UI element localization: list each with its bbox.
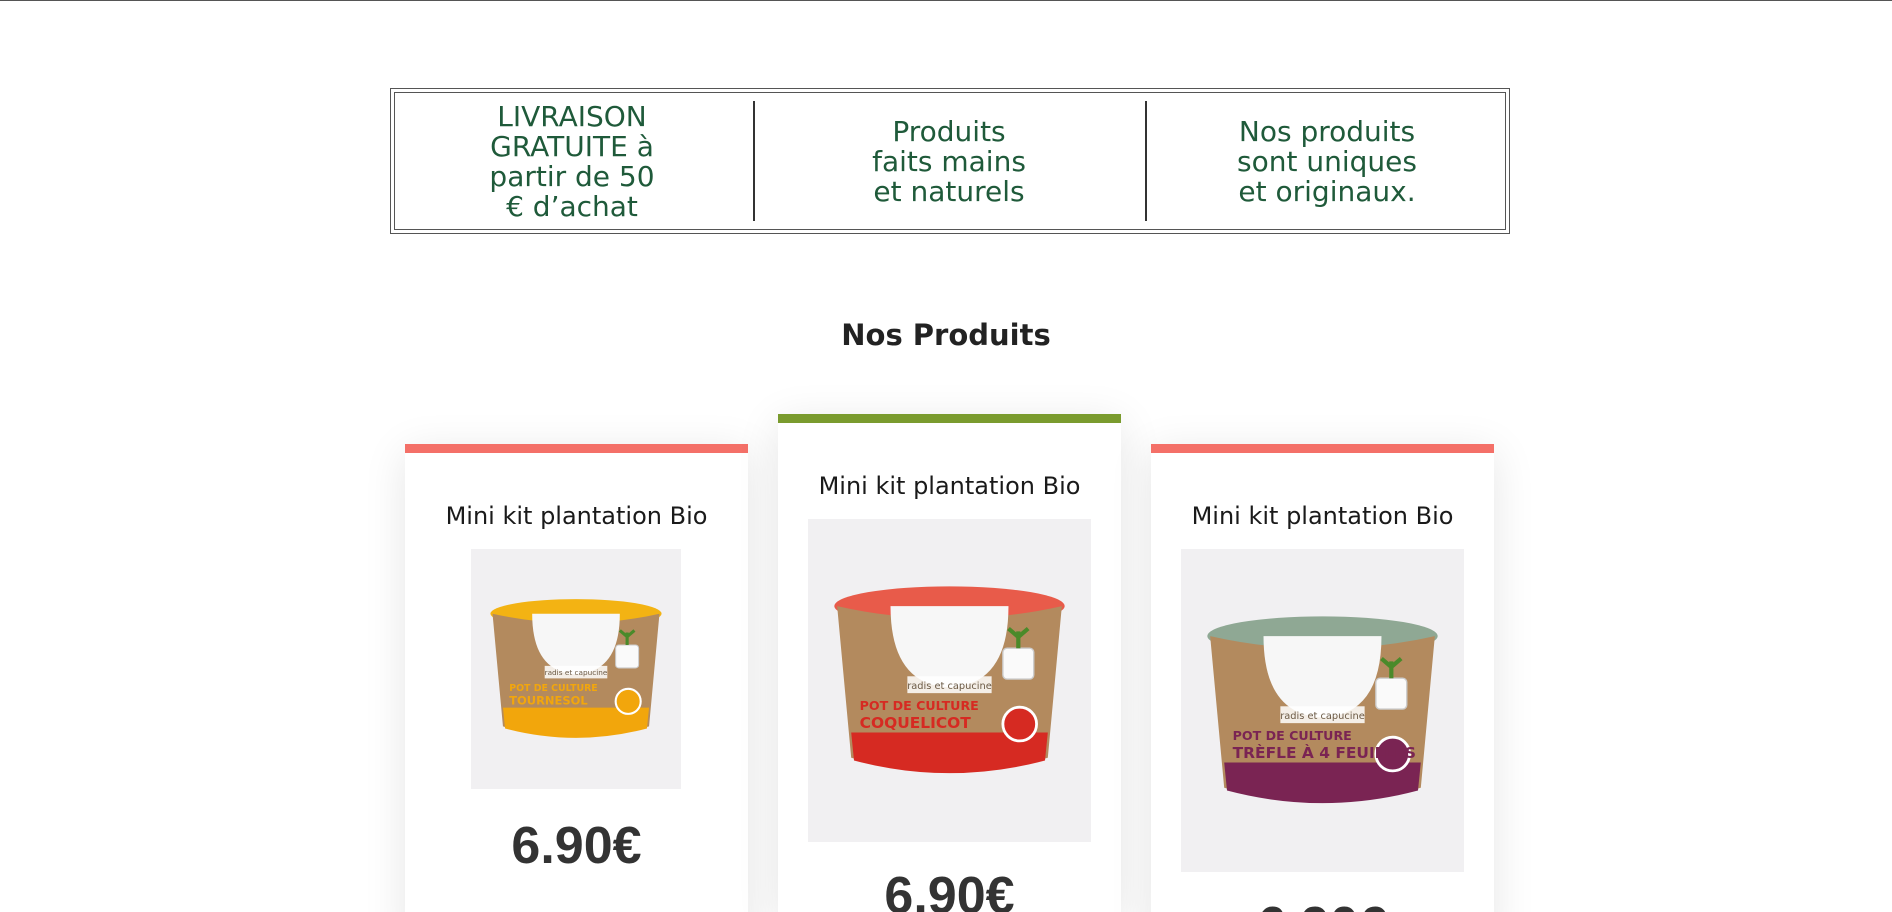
pot-label-line2: TRÈFLE À 4 FEUILLES [1233,743,1416,762]
product-name[interactable]: Mini kit plantation Bio [405,502,748,530]
feature-free-delivery: LIVRAISON GRATUITE à partir de 50 € d’ac… [391,89,753,235]
product-price: 6.90€ [884,867,1015,912]
product-card[interactable]: Mini kit plantation Bio POT DE CULTURE TR… [1151,444,1494,912]
product-name[interactable]: Mini kit plantation Bio [778,472,1121,500]
feature-free-delivery-text: LIVRAISON GRATUITE à partir de 50 € d’ac… [489,100,655,223]
product-card-accent-bar [405,444,748,453]
pot-label-line2: TOURNESOL [509,693,587,707]
product-card[interactable]: Mini kit plantation Bio POT DE CULTURE TO… [405,444,748,912]
product-card-accent-bar [778,414,1121,423]
product-price: 6.90€ [511,817,642,875]
plant-pot-illustration: POT DE CULTURECOQUELICOT radis et capucin… [834,586,1065,774]
feature-unique-text: Nos produits sont uniques et originaux. [1237,115,1417,208]
feature-unique: Nos produits sont uniques et originaux. [1145,89,1509,235]
product-image[interactable]: POT DE CULTURE TOURNESOL radis et capucine [471,549,681,789]
product-card[interactable]: Mini kit plantation Bio POT DE CULTURE CO… [778,414,1121,912]
product-image[interactable]: POT DE CULTURE TRÈFLE À 4 FEUILLES radis e… [1181,549,1464,872]
product-price: 6.90€ [1151,896,1494,912]
pot-label-line1: POT DE CULTURE [1233,728,1352,743]
plant-pot-illustration: POT DE CULTURETRÈFLE À 4 FEUILLES radis e… [1207,616,1438,804]
section-title: Nos Produits [841,318,1051,352]
product-image[interactable]: POT DE CULTURE COQUELICOT radis et capucin… [808,519,1091,842]
pot-label-line1: POT DE CULTURE [509,683,598,694]
top-divider [0,0,1892,1]
pot-label-line1: POT DE CULTURE [860,698,979,713]
pot-label-line2: COQUELICOT [860,714,972,732]
brand-logo: radis et capucine [545,668,608,677]
brand-logo: radis et capucine [1280,711,1365,722]
feature-handmade-text: Produits faits mains et naturels [872,115,1026,208]
plant-pot-illustration: POT DE CULTURETOURNESOL radis et capucine [490,599,662,738]
product-name[interactable]: Mini kit plantation Bio [1151,502,1494,530]
product-card-accent-bar [1151,444,1494,453]
brand-logo: radis et capucine [907,681,992,692]
feature-handmade: Produits faits mains et naturels [753,89,1145,235]
features-banner: LIVRAISON GRATUITE à partir de 50 € d’ac… [390,88,1510,234]
